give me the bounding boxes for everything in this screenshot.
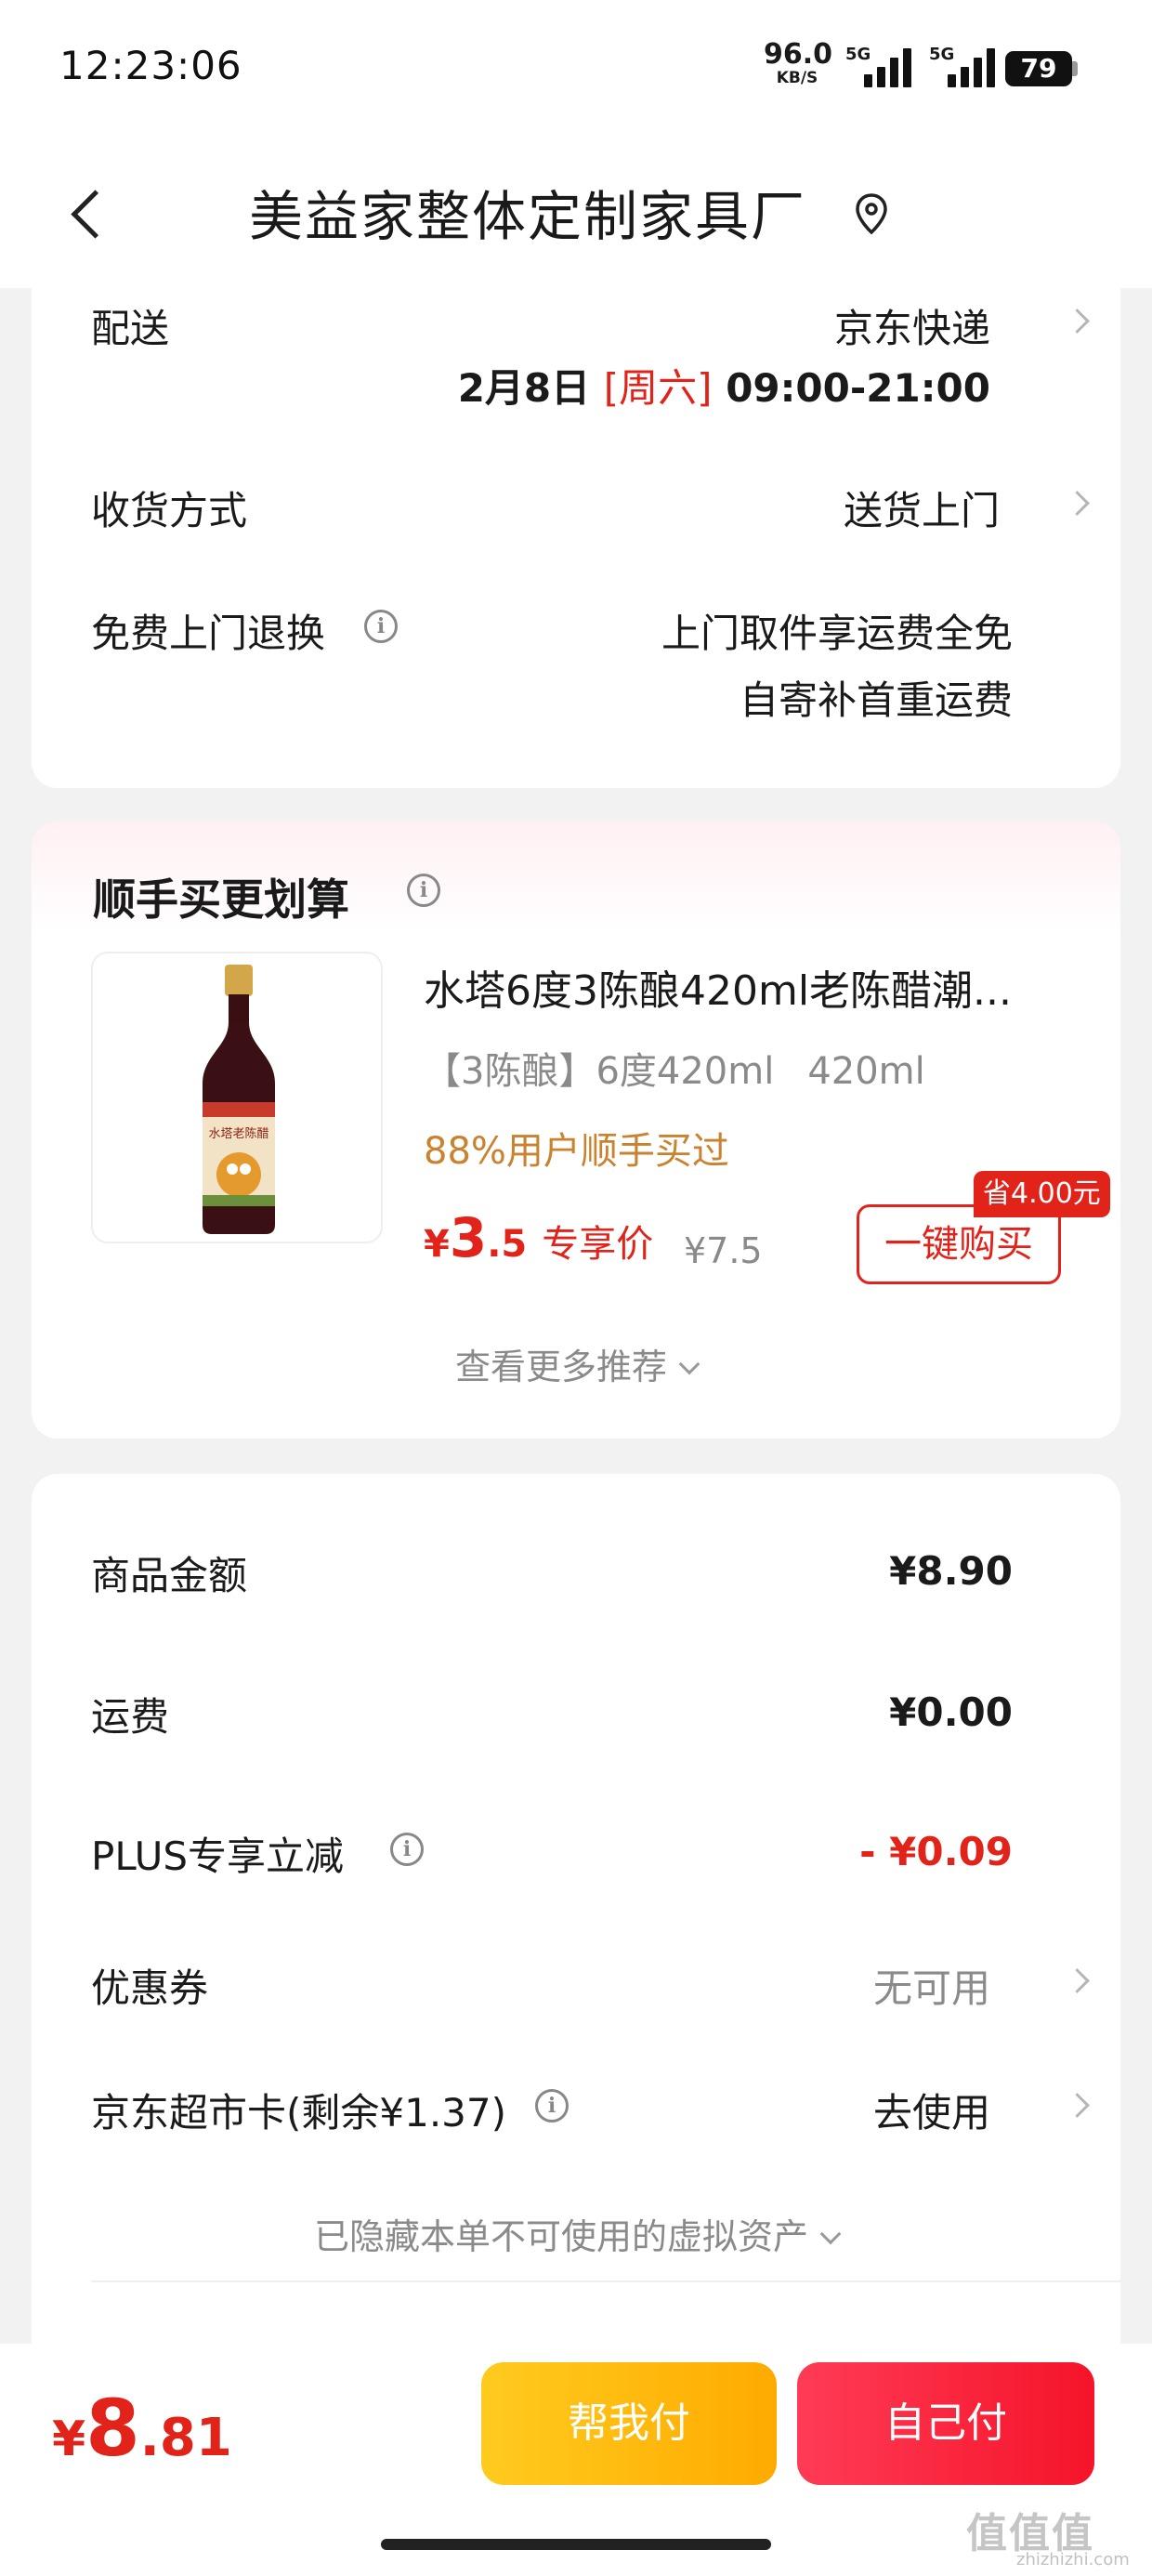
plus-discount-value: - ¥0.09 — [859, 1829, 1013, 1874]
supermarket-card-label: 京东超市卡(剩余¥1.37) — [91, 2090, 507, 2136]
page-header: 美益家整体定制家具厂 — [0, 139, 1152, 288]
exclusive-price-tag: 专享价 — [542, 1223, 654, 1266]
product-buy-rate: 88%用户顺手买过 — [424, 1130, 729, 1173]
save-badge: 省4.00元 — [974, 1171, 1110, 1217]
coupon-value[interactable]: 无可用 — [873, 1957, 990, 2014]
goods-amount-value: ¥8.90 — [889, 1548, 1013, 1594]
info-icon[interactable]: i — [407, 874, 440, 907]
freight-value: ¥0.00 — [889, 1689, 1013, 1735]
pay-myself-button[interactable]: 自己付 — [797, 2362, 1094, 2485]
home-indicator[interactable] — [381, 2539, 771, 2550]
help-me-pay-button[interactable]: 帮我付 — [481, 2362, 777, 2485]
delivery-chevron-icon[interactable] — [1067, 303, 1093, 340]
page-title: 美益家整体定制家具厂 — [249, 185, 807, 248]
product-price: ¥3.5 专享价 — [424, 1206, 653, 1269]
supermarket-card-use[interactable]: 去使用 — [873, 2082, 990, 2138]
goods-amount-label: 商品金额 — [91, 1553, 248, 1598]
receive-method-label: 收货方式 — [91, 488, 248, 533]
status-bar: 12:23:06 96.0 KB/S 5G 5G 79 — [0, 0, 1152, 139]
delivery-date: 2月8日 — [457, 365, 591, 411]
total-decimal: .81 — [139, 2408, 232, 2468]
price-summary-card: 商品金额 ¥8.90 运费 ¥0.00 PLUS专享立减 i - ¥0.09 优… — [32, 1474, 1120, 2403]
location-pin-icon[interactable] — [853, 191, 890, 236]
price-currency: ¥ — [424, 1223, 450, 1266]
free-return-line1: 上门取件享运费全免 — [661, 611, 1013, 656]
receive-method-value[interactable]: 送货上门 — [844, 480, 1000, 536]
coupon-label: 优惠券 — [91, 1965, 209, 2011]
product-name[interactable]: 水塔6度3陈酿420ml老陈醋潮... — [424, 957, 1074, 1017]
status-time: 12:23:06 — [59, 43, 242, 88]
battery-icon: 79 — [1005, 51, 1072, 86]
hidden-assets-label: 已隐藏本单不可使用的虚拟资产 — [313, 2216, 808, 2257]
delivery-carrier[interactable]: 京东快递 — [834, 297, 990, 354]
sim1-network-type: 5G — [845, 45, 871, 64]
product-spec-volume: 420ml — [807, 1050, 925, 1093]
chevron-down-icon — [678, 1353, 700, 1375]
delivery-card: 配送 京东快递 2月8日 [周六] 09:00-21:00 收货方式 送货上门 … — [32, 288, 1120, 788]
see-more-label: 查看更多推荐 — [454, 1347, 667, 1387]
freight-label: 运费 — [91, 1694, 170, 1740]
price-integer: 3 — [449, 1206, 488, 1269]
watermark-url: zhizhizhi.com — [1016, 2550, 1130, 2569]
product-spec-variant: 【3陈酿】6度420ml — [424, 1050, 775, 1093]
delivery-time[interactable]: 2月8日 [周六] 09:00-21:00 — [458, 357, 990, 414]
signal-icon-sim1: 5G — [845, 45, 912, 87]
recommend-title: 顺手买更划算 — [93, 874, 349, 925]
divider — [91, 2280, 1120, 2282]
hidden-assets-toggle[interactable]: 已隐藏本单不可使用的虚拟资产 — [32, 2208, 1120, 2259]
signal-icon-sim2: 5G — [929, 45, 996, 87]
product-image[interactable]: 水塔老陈醋 — [91, 952, 383, 1243]
total-currency: ¥ — [52, 2412, 86, 2467]
price-decimal: .5 — [487, 1223, 528, 1266]
delivery-window: 09:00-21:00 — [726, 365, 990, 411]
plus-discount-label: PLUS专享立减 — [91, 1833, 345, 1879]
bottle-label: 水塔老陈醋 — [208, 1126, 268, 1141]
see-more-recommendations[interactable]: 查看更多推荐 — [32, 1338, 1120, 1389]
battery-tip — [1072, 61, 1078, 76]
supermarket-card-chevron-icon[interactable] — [1067, 2087, 1093, 2124]
total-price: ¥8.81 — [52, 2383, 232, 2474]
total-integer: 8 — [85, 2383, 140, 2474]
network-speed-unit: KB/S — [776, 69, 818, 87]
chevron-down-icon — [819, 2223, 842, 2245]
sim2-network-type: 5G — [929, 45, 955, 64]
coupon-chevron-icon[interactable] — [1067, 1963, 1093, 2000]
network-speed: 96.0 KB/S — [764, 38, 833, 87]
info-icon[interactable]: i — [535, 2089, 569, 2123]
info-icon[interactable]: i — [364, 610, 398, 643]
network-speed-value: 96.0 — [764, 38, 833, 71]
free-return-label: 免费上门退换 — [91, 611, 326, 656]
original-price: ¥7.5 — [684, 1230, 763, 1271]
info-icon[interactable]: i — [390, 1833, 424, 1866]
vinegar-bottle-image: 水塔老陈醋 — [203, 965, 275, 1234]
delivery-weekday: [周六] — [603, 365, 713, 411]
receive-chevron-icon[interactable] — [1067, 485, 1093, 522]
free-return-line2: 自寄补首重运费 — [739, 677, 1013, 723]
product-spec: 【3陈酿】6度420ml 420ml — [424, 1041, 925, 1095]
delivery-label: 配送 — [91, 306, 170, 351]
recommend-card: 顺手买更划算 i 水塔老陈醋 水塔6度3陈酿420ml老陈醋潮... 【3陈酿】… — [32, 821, 1120, 1439]
back-arrow-icon[interactable] — [61, 177, 117, 251]
